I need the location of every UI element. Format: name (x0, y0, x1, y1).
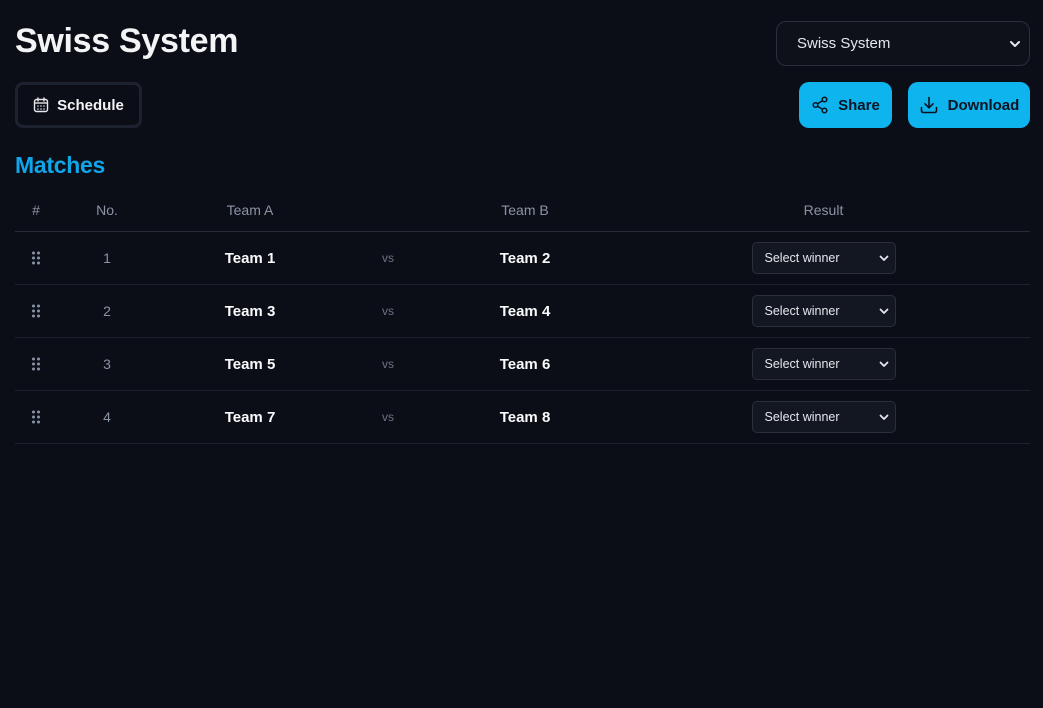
table-row: 4 Team 7 vs Team 8 Select winner (15, 391, 1030, 444)
table-row: 2 Team 3 vs Team 4 Select winner (15, 285, 1030, 338)
row-drag-handle[interactable] (15, 285, 57, 337)
drag-handle-icon (32, 304, 40, 318)
column-header-hash: # (32, 201, 40, 218)
download-button[interactable]: Download (908, 82, 1030, 128)
vs-label: vs (382, 304, 394, 318)
chevron-down-icon (879, 255, 888, 261)
match-number: 3 (103, 356, 111, 372)
matches-heading: Matches (15, 152, 105, 178)
vs-label: vs (382, 357, 394, 371)
schedule-button[interactable]: Schedule (15, 82, 142, 128)
team-a-name: Team 7 (224, 408, 276, 426)
format-select-value: Swiss System (797, 35, 891, 52)
result-cell: Select winner (617, 285, 1030, 337)
winner-select-value: Select winner (764, 251, 840, 265)
row-drag-handle[interactable] (15, 391, 57, 443)
chevron-down-icon (1010, 40, 1020, 47)
row-drag-handle[interactable] (15, 232, 57, 284)
vs-label: vs (382, 251, 394, 265)
winner-select-value: Select winner (764, 410, 840, 424)
winner-select[interactable]: Select winner (751, 242, 896, 274)
winner-select[interactable]: Select winner (751, 401, 896, 433)
result-cell: Select winner (617, 338, 1030, 390)
page: Swiss System Swiss System Schedule Share… (0, 0, 1043, 708)
schedule-button-label: Schedule (57, 96, 124, 114)
winner-select[interactable]: Select winner (751, 295, 896, 327)
team-b-name: Team 8 (499, 408, 551, 426)
column-header-team-b: Team B (501, 201, 549, 218)
team-a-name: Team 5 (224, 355, 276, 373)
share-icon (812, 96, 828, 114)
download-icon (920, 96, 937, 114)
team-b-name: Team 6 (499, 355, 551, 373)
matches-table: # No. Team A Team B Result 1 Team 1 vs T… (15, 188, 1030, 444)
column-header-team-a: Team A (226, 201, 274, 218)
column-header-no: No. (96, 201, 118, 218)
winner-select[interactable]: Select winner (751, 348, 896, 380)
chevron-down-icon (879, 361, 888, 367)
team-b-name: Team 4 (499, 302, 551, 320)
row-drag-handle[interactable] (15, 338, 57, 390)
result-cell: Select winner (617, 391, 1030, 443)
page-title: Swiss System (15, 22, 239, 60)
drag-handle-icon (32, 410, 40, 424)
download-button-label: Download (947, 96, 1020, 114)
share-button-label: Share (838, 96, 880, 114)
team-a-name: Team 3 (224, 302, 276, 320)
format-select[interactable]: Swiss System (776, 21, 1030, 66)
winner-select-value: Select winner (764, 357, 840, 371)
team-b-name: Team 2 (499, 249, 551, 267)
winner-select-value: Select winner (764, 304, 840, 318)
chevron-down-icon (879, 414, 888, 420)
table-row: 1 Team 1 vs Team 2 Select winner (15, 232, 1030, 285)
team-a-name: Team 1 (224, 249, 276, 267)
vs-label: vs (382, 410, 394, 424)
match-number: 2 (103, 303, 111, 319)
table-header: # No. Team A Team B Result (15, 188, 1030, 232)
drag-handle-icon (32, 357, 40, 371)
result-cell: Select winner (617, 232, 1030, 284)
column-header-result: Result (803, 201, 844, 218)
share-button[interactable]: Share (799, 82, 892, 128)
table-row: 3 Team 5 vs Team 6 Select winner (15, 338, 1030, 391)
match-number: 1 (103, 250, 111, 266)
drag-handle-icon (32, 251, 40, 265)
match-number: 4 (103, 409, 111, 425)
calendar-icon (33, 97, 49, 113)
chevron-down-icon (879, 308, 888, 314)
